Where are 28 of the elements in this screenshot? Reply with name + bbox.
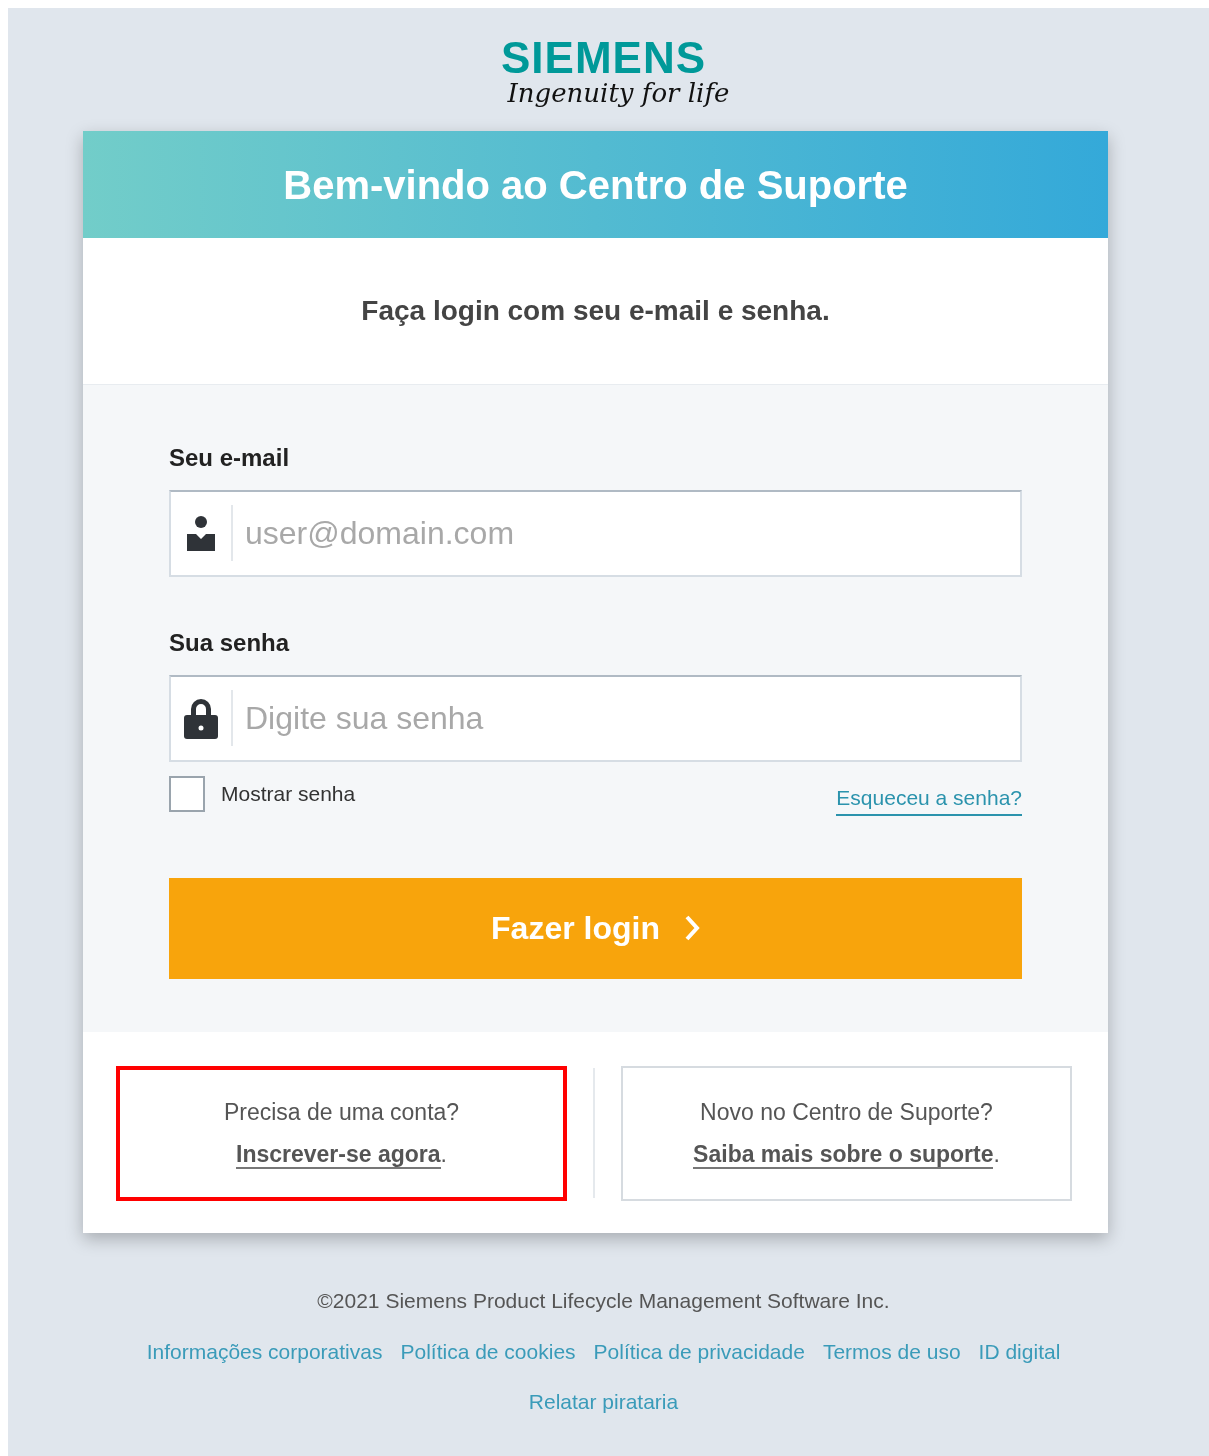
logo-tagline: Ingenuity for life — [507, 80, 730, 106]
info-link[interactable]: Inscrever-se agora — [236, 1141, 441, 1169]
show-password-checkbox[interactable] — [169, 776, 205, 812]
login-button[interactable]: Fazer login — [169, 877, 1022, 979]
copyright-text: ©2021 Siemens Product Lifecycle Management Software Inc. — [317, 1287, 890, 1314]
instruction-text: Faça login com seu e-mail e senha. — [361, 294, 830, 328]
password-field[interactable]: Digite sua senha — [169, 675, 1022, 762]
footer-link[interactable]: Relatar pirataria — [528, 1385, 679, 1417]
forgot-password-link[interactable]: Esqueceu a senha? — [836, 782, 1022, 816]
period-text: . — [440, 1141, 447, 1167]
logo-wordmark: SIEMENS — [500, 36, 706, 80]
period-text: . — [993, 1141, 1000, 1167]
field-label: Seu e-mail — [169, 443, 291, 473]
question-text: Precisa de uma conta? — [223, 1097, 460, 1127]
email-field[interactable]: user@domain.com — [169, 490, 1022, 577]
lock-icon — [184, 697, 218, 739]
question-text: Novo no Centro de Suporte? — [700, 1097, 993, 1127]
footer-link[interactable]: Informações corporativas — [146, 1336, 383, 1368]
footer-link[interactable]: Política de cookies — [400, 1336, 576, 1368]
footer-link[interactable]: Termos de uso — [822, 1336, 961, 1368]
footer-link[interactable]: ID digital — [978, 1336, 1061, 1368]
card-title: Bem-vindo ao Centro de Suporte — [283, 161, 908, 209]
chevron-right-icon — [683, 914, 700, 942]
field-label: Sua senha — [169, 628, 291, 658]
checkbox-label: Mostrar senha — [221, 781, 356, 808]
footer-link[interactable]: Política de privacidade — [593, 1336, 805, 1368]
info-link[interactable]: Saiba mais sobre o suporte — [693, 1141, 994, 1169]
user-icon — [187, 515, 215, 551]
